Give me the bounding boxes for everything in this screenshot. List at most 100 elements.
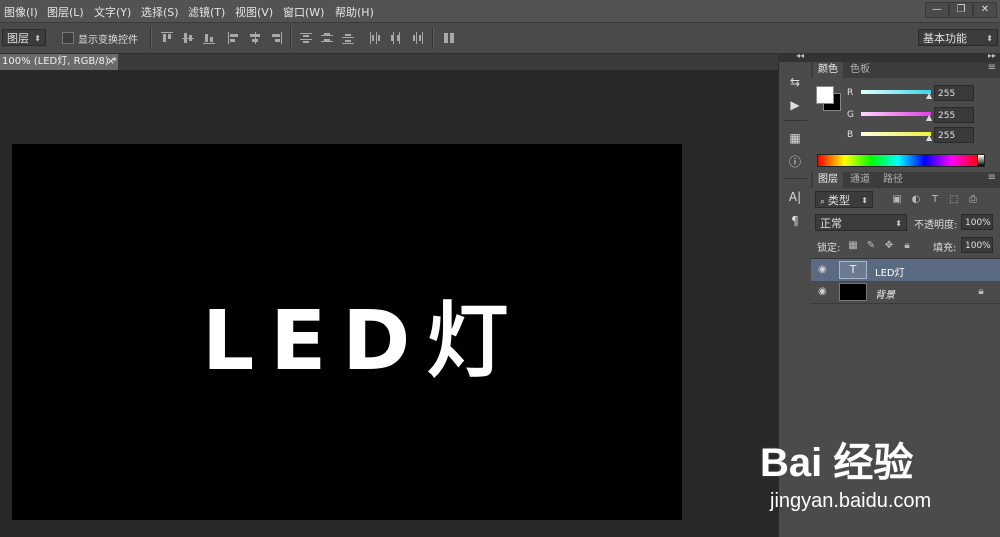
dock-divider [783,120,807,121]
separator [150,27,152,49]
slider-thumb-icon[interactable]: ▲ [926,113,932,122]
menu-type[interactable]: 文字(Y) [94,4,131,20]
properties-icon[interactable]: ▦ [786,130,804,146]
layer-row-background[interactable]: ◉ 背景 🔒︎ [811,281,1000,304]
distribute-hcenter-icon[interactable] [390,32,402,44]
channel-g-value[interactable]: 255 [934,107,974,123]
menu-filter[interactable]: 滤镜(T) [188,4,225,20]
foreground-color-swatch[interactable] [816,86,834,104]
menu-view[interactable]: 视图(V) [235,4,273,20]
layer-row-text[interactable]: ◉ T LED灯 [811,259,1000,281]
slider-thumb-icon[interactable]: ▲ [926,91,932,100]
align-hcenter-icon[interactable] [249,32,261,44]
align-right-icon[interactable] [270,32,282,44]
document-tab[interactable]: 100% (LED灯, RGB/8) * × [0,54,118,70]
blend-mode-dropdown[interactable]: 正常 ⬍ [815,214,907,231]
filter-type-icon[interactable]: T [929,194,941,206]
channel-b-label: B [847,130,854,140]
dropdown-arrow-icon: ⬍ [34,34,41,43]
distribute-left-icon[interactable] [369,32,381,44]
layer-filter-dropdown[interactable]: ⌕ 类型 ⬍ [815,191,873,208]
restore-button[interactable]: ❐ [949,2,973,18]
distribute-right-icon[interactable] [411,32,423,44]
tab-color[interactable]: 颜色 [813,62,843,78]
visibility-eye-icon[interactable]: ◉ [818,286,827,297]
color-spectrum-bar[interactable] [817,154,979,167]
opacity-input[interactable]: 100% [961,214,993,230]
canvas-text-layer[interactable]: LED灯 [202,274,524,393]
menu-select[interactable]: 选择(S) [141,4,179,20]
lock-all-icon[interactable]: 🔒︎ [901,240,913,252]
collapse-arrows-icon[interactable]: ◂◂ [796,51,804,60]
panel-menu-icon[interactable]: ≡ [988,62,996,73]
tab-channels[interactable]: 通道 [845,172,875,188]
menu-help[interactable]: 帮助(H) [335,4,374,20]
channel-r-slider[interactable] [861,90,931,94]
align-left-icon[interactable] [228,32,240,44]
dropdown-arrow-icon: ⬍ [895,219,902,228]
filter-adjustment-icon[interactable]: ◐ [910,194,922,206]
tab-paths[interactable]: 路径 [878,172,908,188]
filter-pixel-icon[interactable]: ▣ [891,194,903,206]
minimize-button[interactable]: — [925,2,949,18]
dropdown-arrow-icon: ⬍ [986,34,993,43]
lock-image-icon[interactable]: ✎ [865,240,877,252]
document-canvas[interactable]: LED灯 [12,144,682,520]
watermark-url: jingyan.baidu.com [770,490,932,512]
visibility-eye-icon[interactable]: ◉ [818,264,827,275]
history-icon[interactable]: ⇆ [786,74,804,90]
tab-layers[interactable]: 图层 [813,172,843,188]
layer-lock-icon: 🔒︎ [978,286,984,297]
layers-panel-tabs: 图层 通道 路径 ≡ [811,172,1000,188]
character-icon[interactable]: A| [786,189,804,205]
expand-arrows-icon[interactable]: ▸▸ [988,51,996,60]
text-layer-thumbnail-icon: T [839,261,867,279]
tab-swatches[interactable]: 色板 [845,62,875,78]
options-bar: 图层 ⬍ 显示变换控件 基本功能 ⬍ [0,23,1000,54]
baidu-jingyan-logo: Bai 经验 [760,441,914,485]
align-top-icon[interactable] [161,32,173,44]
show-transform-label: 显示变换控件 [78,35,138,46]
lock-transparent-icon[interactable]: ▦ [847,240,859,252]
slider-thumb-icon[interactable]: ▲ [926,133,932,142]
black-white-ramp[interactable] [977,154,985,167]
channel-b-value[interactable]: 255 [934,127,974,143]
auto-align-icon[interactable] [443,32,455,44]
panel-menu-icon[interactable]: ≡ [988,172,996,183]
filter-shape-icon[interactable]: ⬚ [948,194,960,206]
separator [290,27,292,49]
layer-name[interactable]: LED灯 [875,264,905,279]
channel-r-value[interactable]: 255 [934,85,974,101]
info-icon[interactable]: ⓘ [786,154,804,170]
lock-position-icon[interactable]: ✥ [883,240,895,252]
distribute-bottom-icon[interactable] [342,32,354,44]
paragraph-icon[interactable]: ¶ [786,213,804,229]
channel-g-slider[interactable] [861,112,931,116]
layer-name[interactable]: 背景 [875,286,895,301]
channel-g-label: G [847,110,854,120]
menu-image[interactable]: 图像(I) [4,4,38,20]
distribute-vcenter-icon[interactable] [321,32,333,44]
fill-input[interactable]: 100% [961,237,993,253]
filter-smart-object-icon[interactable]: ⎙ [967,194,979,206]
actions-play-icon[interactable]: ▶ [786,97,804,113]
workspace-value: 基本功能 [923,32,967,45]
fill-label: 填充: [933,243,957,254]
distribute-top-icon[interactable] [300,32,312,44]
tool-select-dropdown[interactable]: 图层 ⬍ [2,29,46,46]
channel-b-slider[interactable] [861,132,931,136]
align-vcenter-icon[interactable] [182,32,194,44]
close-button[interactable]: ✕ [973,2,997,18]
align-bottom-icon[interactable] [203,32,215,44]
search-icon: ⌕ [820,197,828,207]
background-layer-thumbnail [839,283,867,301]
menu-bar: 图像(I) 图层(L) 文字(Y) 选择(S) 滤镜(T) 视图(V) 窗口(W… [0,0,1000,23]
menu-window[interactable]: 窗口(W) [283,4,324,20]
menu-layer[interactable]: 图层(L) [47,4,84,20]
dock-collapse-bar[interactable]: ◂◂ ▸▸ [778,51,1000,62]
show-transform-checkbox[interactable] [62,32,74,44]
close-tab-icon[interactable]: × [107,54,115,70]
workspace-dropdown[interactable]: 基本功能 ⬍ [918,29,998,46]
tool-select-value: 图层 [7,32,29,45]
separator [432,27,434,49]
